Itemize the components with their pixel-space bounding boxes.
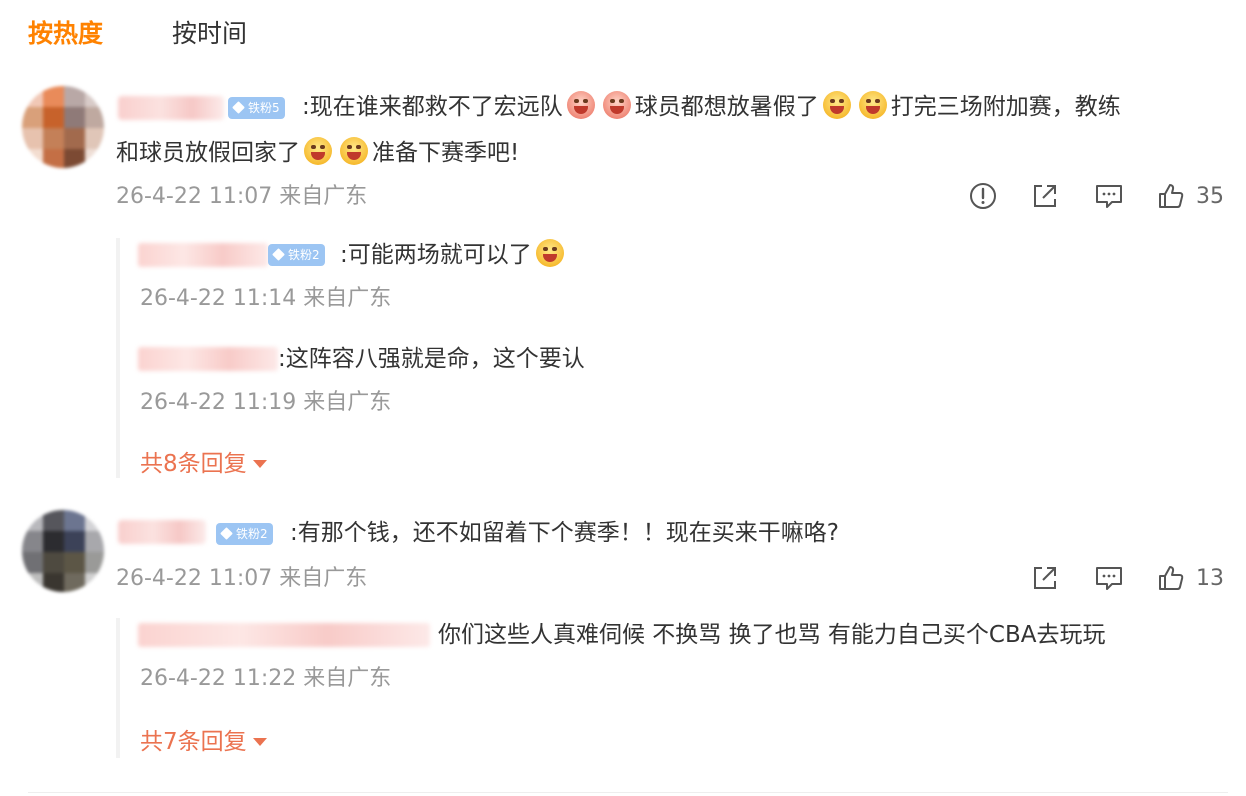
reply-list: 你们这些人真难伺候 不换骂 换了也骂 有能力自己买个CBA去玩玩 26-4-22… <box>116 618 1106 758</box>
diamond-icon <box>232 101 245 114</box>
diamond-icon <box>220 527 233 540</box>
diamond-icon <box>272 248 285 261</box>
like-button[interactable]: 13 <box>1156 560 1224 596</box>
reply-timestamp: 26-4-22 11:14 来自广东 <box>140 286 392 311</box>
reply-text: :这阵容八强就是命，这个要认 <box>278 346 585 372</box>
comment-text-part: :现在谁来都救不了宏远队 <box>302 94 563 120</box>
like-count: 13 <box>1196 565 1224 591</box>
comment-item: 铁粉2 :有那个钱，还不如留着下个赛季！！现在买来干嘛咯? 26-4-22 11… <box>0 498 1246 768</box>
reply-item: :这阵容八强就是命，这个要认 26-4-22 11:19 来自广东 <box>120 342 1220 442</box>
more-replies-label: 共8条回复 <box>140 451 247 477</box>
comment-text: :现在谁来都救不了宏远队 球员都想放暑假了 打完三场附加赛，教练 <box>302 84 1121 130</box>
report-button[interactable] <box>968 178 998 214</box>
laugh-cry-emoji-icon <box>858 91 887 119</box>
badge-label: 铁粉2 <box>288 248 320 262</box>
username[interactable] <box>118 96 224 120</box>
like-button[interactable]: 35 <box>1156 178 1224 214</box>
username[interactable] <box>118 520 206 544</box>
comment-icon <box>1096 567 1122 590</box>
reply-text: :可能两场就可以了 <box>340 232 568 278</box>
comment-item: 铁粉5 :现在谁来都救不了宏远队 球员都想放暑假了 打完三场附加赛，教练 和球员放假… <box>0 78 1246 488</box>
reply-text-part: :可能两场就可以了 <box>340 242 532 268</box>
reply-timestamp: 26-4-22 11:22 来自广东 <box>140 666 392 691</box>
grin-emoji-icon <box>304 137 332 165</box>
share-button[interactable] <box>1030 560 1060 596</box>
laugh-cry-emoji-icon <box>822 91 851 119</box>
more-replies-link[interactable]: 共7条回复 <box>140 722 267 756</box>
avatar[interactable] <box>22 510 104 592</box>
like-count: 35 <box>1196 183 1224 209</box>
share-button[interactable] <box>1030 178 1060 214</box>
comment-actions: 35 <box>968 178 1228 214</box>
comment-text-part: 准备下赛季吧! <box>372 140 520 166</box>
fan-badge[interactable]: 铁粉2 <box>216 523 273 545</box>
comment-timestamp: 26-4-22 11:07 来自广东 <box>116 566 368 591</box>
reply-timestamp: 26-4-22 11:19 来自广东 <box>140 390 392 415</box>
comment-text: :有那个钱，还不如留着下个赛季！！现在买来干嘛咯? <box>290 520 839 546</box>
share-icon <box>1034 567 1056 589</box>
comment-button[interactable] <box>1094 178 1124 214</box>
comment-text-part: 和球员放假回家了 <box>116 140 300 166</box>
like-icon <box>1159 566 1184 590</box>
comment-icon <box>1096 185 1122 208</box>
share-icon <box>1034 185 1056 207</box>
comment-actions: 13 <box>1030 560 1228 596</box>
sad-emoji-icon <box>602 91 631 119</box>
fan-badge[interactable]: 铁粉5 <box>228 97 285 119</box>
avatar[interactable] <box>22 86 104 168</box>
tab-sort-by-time[interactable]: 按时间 <box>172 14 247 54</box>
comment-button[interactable] <box>1094 560 1124 596</box>
badge-label: 铁粉2 <box>236 527 268 541</box>
like-icon <box>1159 184 1184 208</box>
tab-sort-by-hot[interactable]: 按热度 <box>28 14 103 54</box>
more-replies-label: 共7条回复 <box>140 729 247 755</box>
reply-username[interactable] <box>138 347 278 371</box>
comment-text-part: 打完三场附加赛，教练 <box>890 94 1121 120</box>
comment-text-line2: 和球员放假回家了 准备下赛季吧! <box>116 130 519 176</box>
badge-label: 铁粉5 <box>248 101 280 115</box>
caret-down-icon <box>252 460 267 468</box>
reply-item: 铁粉2 :可能两场就可以了 26-4-22 11:14 来自广东 <box>120 238 1220 338</box>
comment-text-part: 球员都想放暑假了 <box>634 94 819 120</box>
report-icon <box>970 183 996 209</box>
rofl-emoji-icon <box>535 239 564 267</box>
more-replies-link[interactable]: 共8条回复 <box>140 444 267 478</box>
reply-username[interactable] <box>138 623 430 647</box>
grin-emoji-icon <box>340 137 368 165</box>
reply-item: 你们这些人真难伺候 不换骂 换了也骂 有能力自己买个CBA去玩玩 26-4-22… <box>120 618 1220 718</box>
reply-text: 你们这些人真难伺候 不换骂 换了也骂 有能力自己买个CBA去玩玩 <box>438 622 1106 648</box>
reply-username[interactable] <box>138 243 268 267</box>
comment-timestamp: 26-4-22 11:07 来自广东 <box>116 184 368 209</box>
caret-down-icon <box>252 738 267 746</box>
divider <box>28 792 1228 793</box>
sad-emoji-icon <box>566 91 595 119</box>
fan-badge[interactable]: 铁粉2 <box>268 244 325 266</box>
reply-list: 铁粉2 :可能两场就可以了 26-4-22 11:14 来自广东 :这阵容八强就… <box>116 238 585 478</box>
